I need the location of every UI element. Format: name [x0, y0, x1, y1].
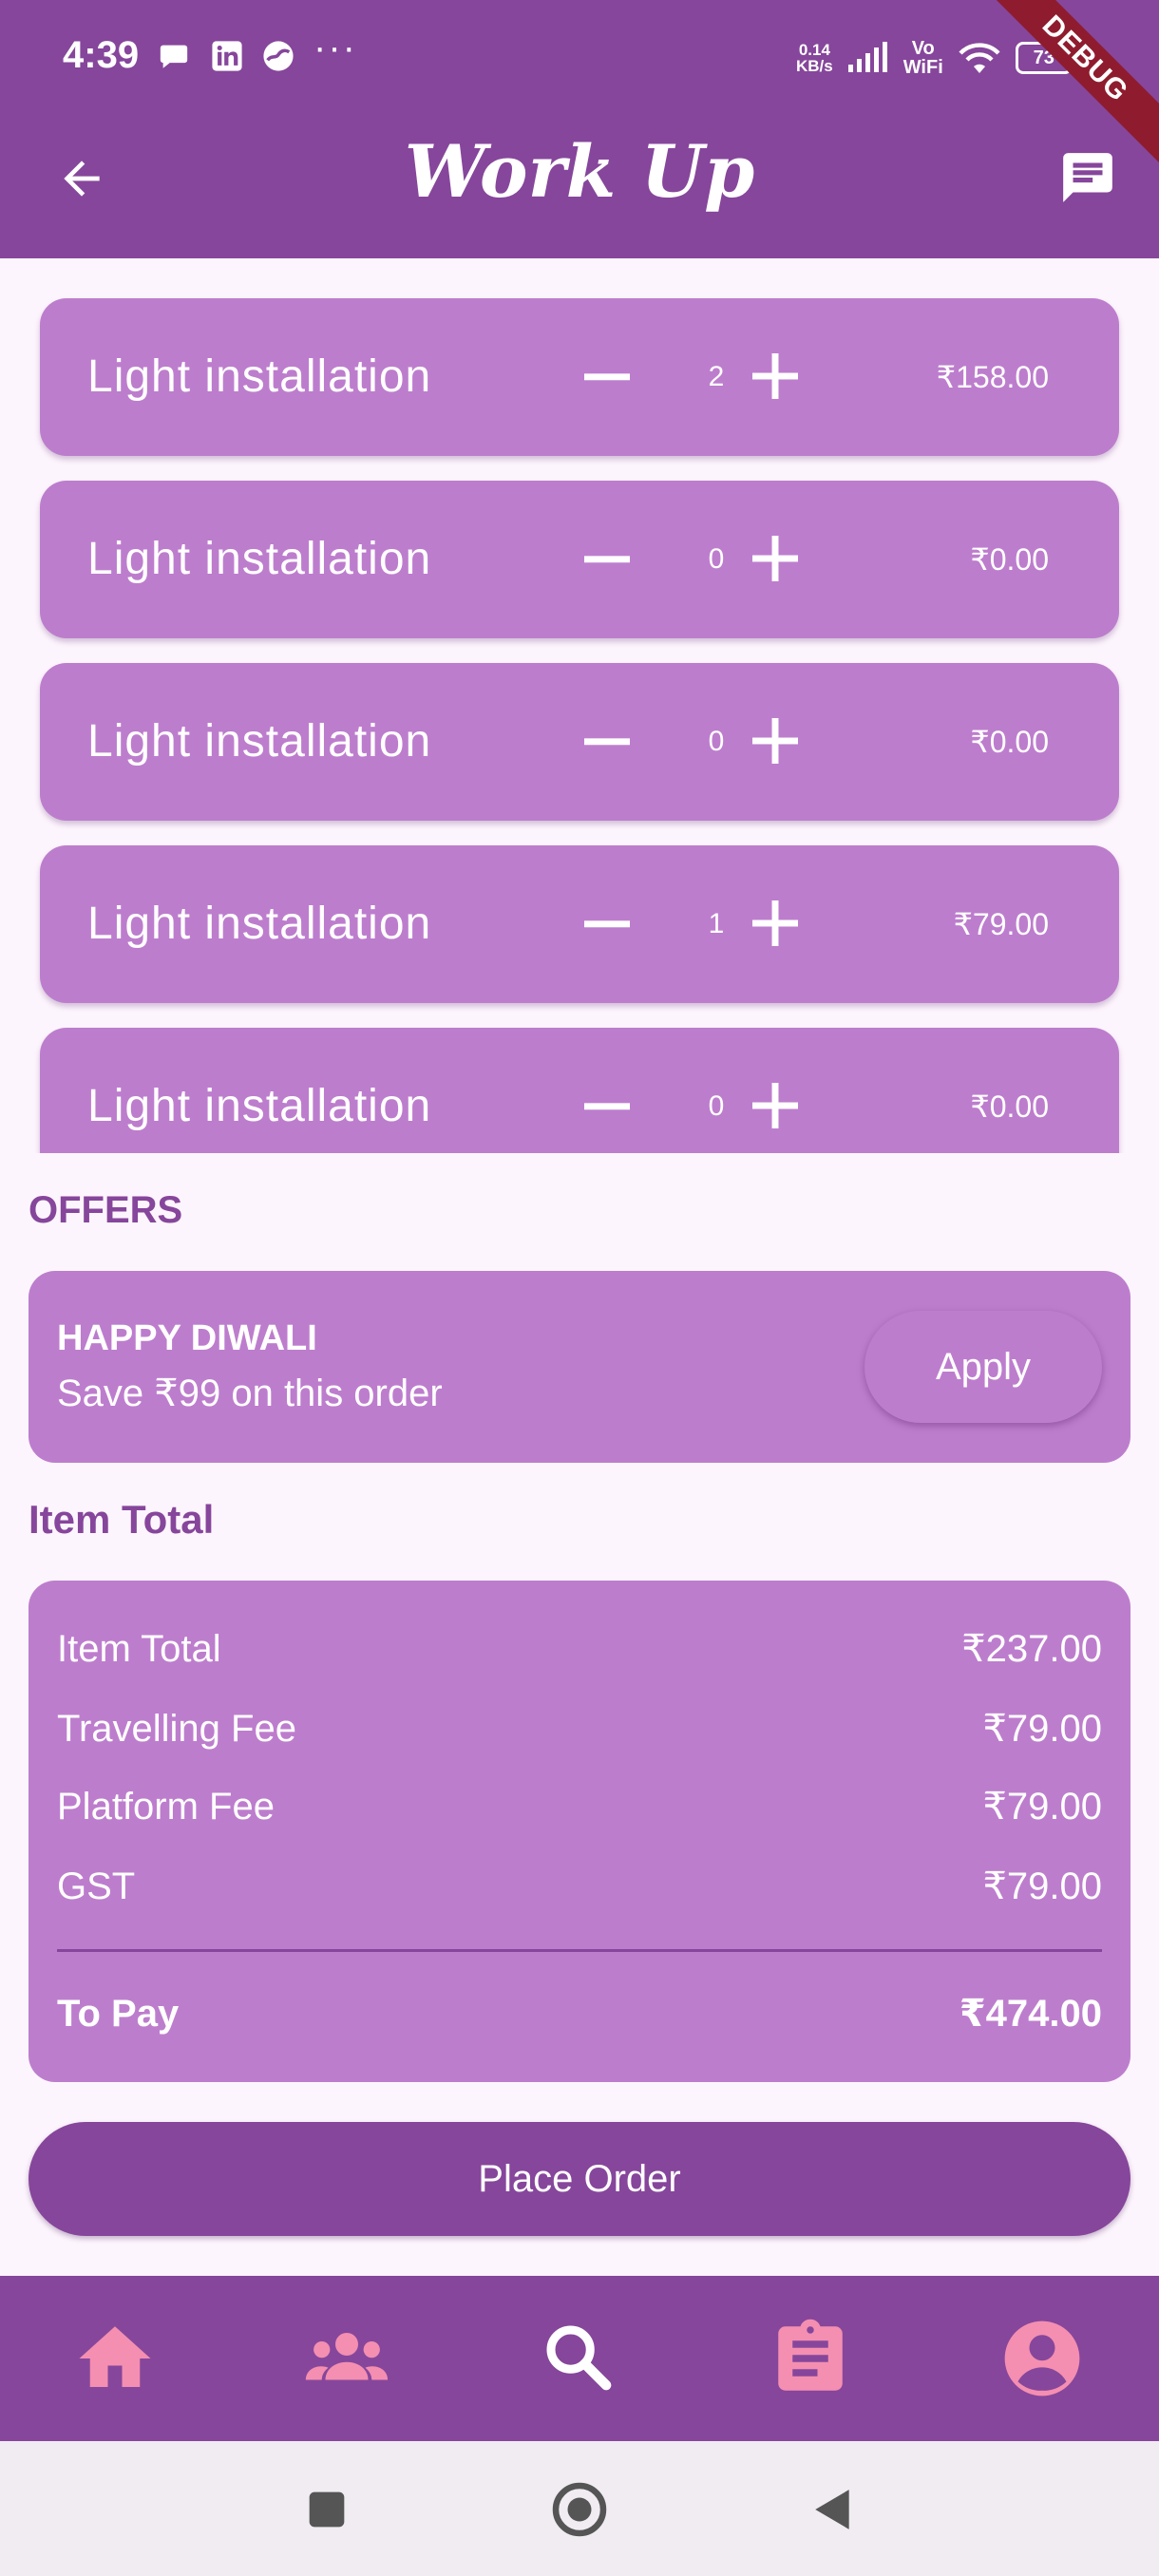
service-price: ₹0.00	[970, 725, 1049, 759]
minus-icon[interactable]	[577, 346, 637, 407]
vowifi-label: Vo WiFi	[902, 38, 943, 78]
system-nav-bar	[0, 2441, 1159, 2576]
service-name: Light installation	[87, 351, 432, 402]
service-card: Light installation 0 ₹0.00	[40, 663, 1119, 821]
to-pay-value: ₹474.00	[959, 1993, 1102, 2035]
wifi-icon	[959, 43, 1000, 73]
app-title: Work Up	[404, 129, 755, 214]
service-card: Light installation 1 ₹79.00	[40, 845, 1119, 1003]
chat-bubble-icon	[160, 45, 188, 68]
offer-card: HAPPY DIWALI Save ₹99 on this order Appl…	[28, 1271, 1130, 1463]
bill-row-value: ₹79.00	[982, 1786, 1102, 1828]
service-price: ₹0.00	[970, 1089, 1049, 1124]
service-price: ₹79.00	[953, 907, 1049, 941]
bill-row-platform-fee: Platform Fee ₹79.00	[57, 1778, 1102, 1835]
service-card: Light installation 2 ₹158.00	[40, 298, 1119, 456]
minus-icon[interactable]	[577, 710, 637, 771]
status-right-icons: 0.14 KB/s Vo WiFi 73	[796, 34, 1078, 82]
app-icon	[263, 41, 294, 71]
service-price: ₹158.00	[936, 360, 1049, 394]
service-name: Light installation	[87, 534, 432, 584]
minus-icon[interactable]	[577, 528, 637, 589]
plus-icon[interactable]	[745, 346, 806, 407]
service-name: Light installation	[87, 716, 432, 767]
home-circle-icon[interactable]	[551, 2481, 608, 2538]
bill-row-label: GST	[57, 1865, 136, 1907]
to-pay-row: To Pay ₹474.00	[57, 1985, 1102, 2042]
chat-icon[interactable]	[1056, 148, 1119, 207]
plus-icon[interactable]	[745, 893, 806, 954]
plus-icon[interactable]	[745, 528, 806, 589]
bill-row-label: Platform Fee	[57, 1785, 275, 1828]
bill-row-item-total: Item Total ₹237.00	[57, 1620, 1102, 1677]
service-name: Light installation	[87, 1081, 432, 1131]
assignment-icon[interactable]	[768, 2316, 853, 2401]
offer-description: Save ₹99 on this order	[57, 1373, 443, 1414]
apply-button[interactable]: Apply	[864, 1311, 1102, 1423]
service-price: ₹0.00	[970, 542, 1049, 577]
bill-row-value: ₹79.00	[982, 1866, 1102, 1907]
minus-icon[interactable]	[577, 1075, 637, 1136]
service-list[interactable]: Light installation 2 ₹158.00 Light insta…	[0, 258, 1159, 1153]
offers-heading: OFFERS	[28, 1189, 183, 1231]
back-triangle-icon[interactable]	[809, 2485, 857, 2534]
network-speed: 0.14 KB/s	[796, 41, 833, 75]
bill-row-gst: GST ₹79.00	[57, 1858, 1102, 1915]
bill-row-value: ₹79.00	[982, 1708, 1102, 1750]
bill-row-label: Travelling Fee	[57, 1707, 296, 1750]
search-icon[interactable]	[537, 2316, 622, 2401]
people-icon[interactable]	[304, 2316, 390, 2401]
bottom-nav	[0, 2276, 1159, 2441]
offer-title: HAPPY DIWALI	[57, 1318, 317, 1358]
service-card: Light installation 0 ₹0.00	[40, 1028, 1119, 1153]
bill-row-label: Item Total	[57, 1627, 221, 1670]
recent-apps-icon[interactable]	[306, 2489, 348, 2530]
account-icon[interactable]	[999, 2316, 1085, 2401]
item-total-heading: Item Total	[28, 1497, 215, 1542]
place-order-button[interactable]: Place Order	[28, 2122, 1130, 2236]
divider	[57, 1949, 1102, 1952]
service-card: Light installation 0 ₹0.00	[40, 481, 1119, 638]
bill-row-travelling-fee: Travelling Fee ₹79.00	[57, 1700, 1102, 1757]
home-icon[interactable]	[72, 2316, 158, 2401]
plus-icon[interactable]	[745, 1075, 806, 1136]
bill-row-value: ₹237.00	[961, 1628, 1102, 1670]
minus-icon[interactable]	[577, 893, 637, 954]
app-bar: 4:39 ··· 0.14 KB/s Vo WiFi 73 DEBUG Work…	[0, 0, 1159, 258]
linkedin-icon	[212, 41, 242, 71]
status-time: 4:39	[63, 34, 140, 76]
plus-icon[interactable]	[745, 710, 806, 771]
signal-icon	[847, 42, 887, 72]
bill-summary-card: Item Total ₹237.00 Travelling Fee ₹79.00…	[28, 1581, 1130, 2082]
to-pay-label: To Pay	[57, 1992, 180, 2035]
service-name: Light installation	[87, 899, 432, 949]
more-dots-icon: ···	[314, 27, 357, 68]
